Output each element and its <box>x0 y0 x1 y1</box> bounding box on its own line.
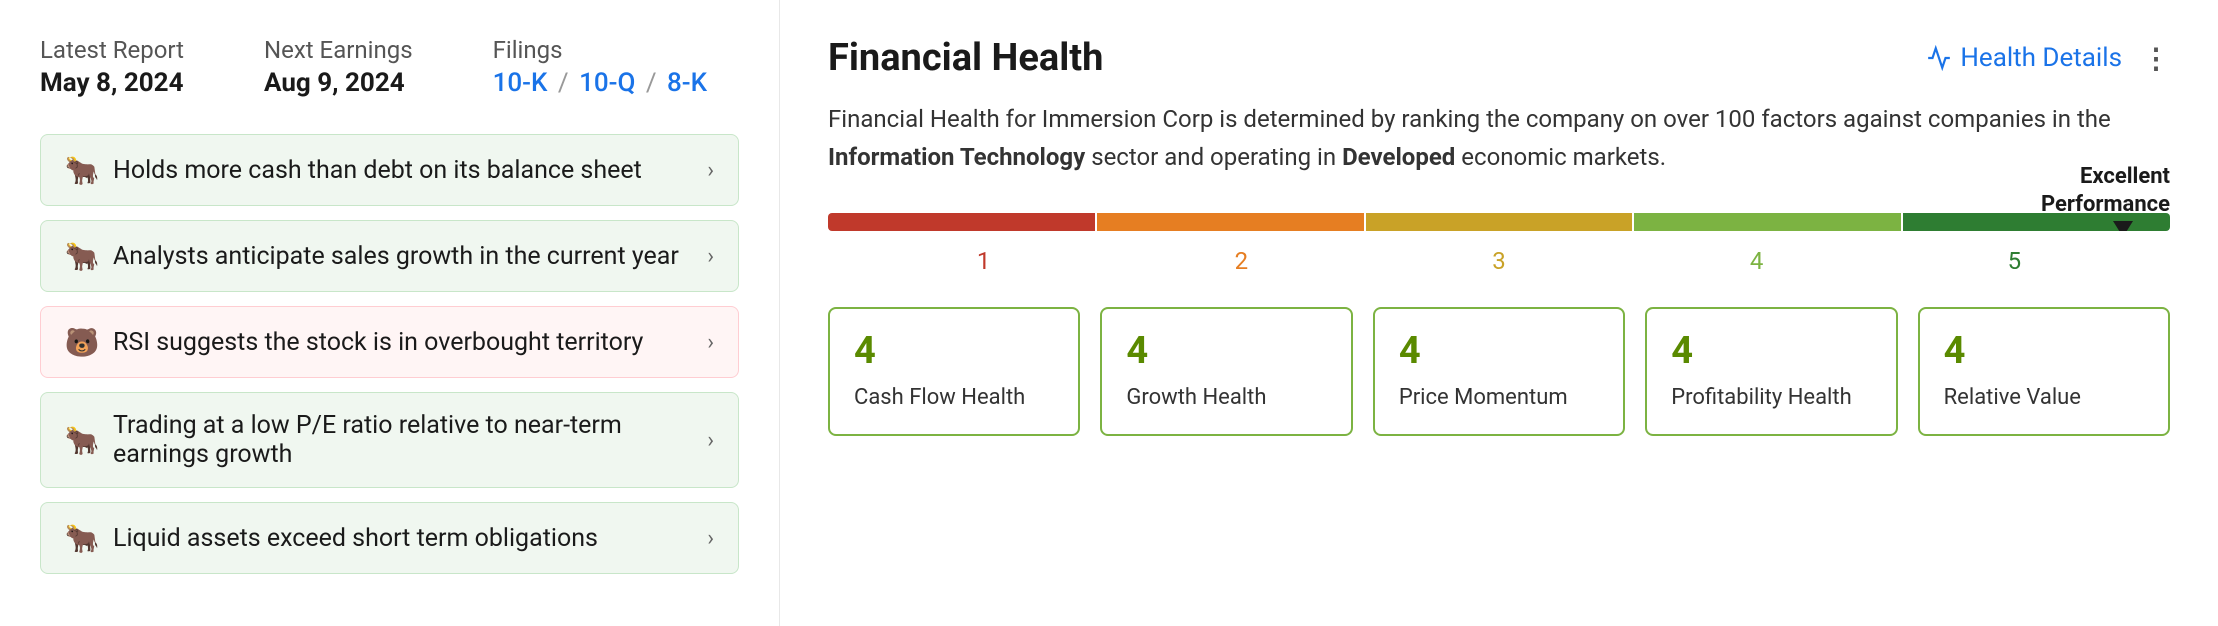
health-card[interactable]: 4 Profitability Health <box>1645 307 1897 436</box>
description-mid: sector and operating in <box>1085 143 1342 171</box>
filings: Filings 10-K / 10-Q / 8-K <box>493 36 707 98</box>
card-label: Price Momentum <box>1399 383 1599 414</box>
panel-title: Financial Health <box>828 36 1103 80</box>
health-details-label: Health Details <box>1960 43 2122 73</box>
signal-text: Holds more cash than debt on its balance… <box>113 156 642 185</box>
activity-icon <box>1926 45 1952 71</box>
description: Financial Health for Immersion Corp is d… <box>828 100 2170 177</box>
signal-list: 🐂 Holds more cash than debt on its balan… <box>40 134 739 574</box>
bull-icon: 🐂 <box>65 239 99 273</box>
next-earnings-label: Next Earnings <box>264 36 413 64</box>
next-earnings: Next Earnings Aug 9, 2024 <box>264 36 413 98</box>
scale-seg-3 <box>1366 213 1633 231</box>
card-score: 4 <box>1944 329 2144 373</box>
filings-links: 10-K / 10-Q / 8-K <box>493 68 707 98</box>
scale-number-4: 4 <box>1628 247 1886 275</box>
scale-number-3: 3 <box>1370 247 1628 275</box>
bull-icon: 🐂 <box>65 423 99 457</box>
description-bold2: Developed <box>1342 143 1455 171</box>
signal-item[interactable]: 🐂 Trading at a low P/E ratio relative to… <box>40 392 739 488</box>
right-panel: Financial Health Health Details ⋮ Financ… <box>780 0 2218 626</box>
signal-text: RSI suggests the stock is in overbought … <box>113 328 643 357</box>
signal-item[interactable]: 🐂 Holds more cash than debt on its balan… <box>40 134 739 206</box>
signal-item[interactable]: 🐻 RSI suggests the stock is in overbough… <box>40 306 739 378</box>
card-label: Relative Value <box>1944 383 2144 414</box>
signal-item[interactable]: 🐂 Analysts anticipate sales growth in th… <box>40 220 739 292</box>
card-label: Growth Health <box>1126 383 1326 414</box>
chevron-right-icon: › <box>707 526 714 551</box>
bull-icon: 🐂 <box>65 153 99 187</box>
chevron-right-icon: › <box>707 330 714 355</box>
health-card[interactable]: 4 Price Momentum <box>1373 307 1625 436</box>
bull-icon: 🐂 <box>65 521 99 555</box>
10q-link[interactable]: 10-Q <box>579 68 635 98</box>
latest-report: Latest Report May 8, 2024 <box>40 36 184 98</box>
excellent-label: ExcellentPerformance <box>2041 163 2170 220</box>
scale-number-1: 1 <box>855 247 1113 275</box>
card-score: 4 <box>1671 329 1871 373</box>
signal-left: 🐻 RSI suggests the stock is in overbough… <box>65 325 643 359</box>
panel-header: Financial Health Health Details ⋮ <box>828 36 2170 80</box>
scale-marker <box>2113 221 2133 231</box>
scale-seg-4 <box>1634 213 1901 231</box>
left-panel: Latest Report May 8, 2024 Next Earnings … <box>0 0 780 626</box>
card-score: 4 <box>854 329 1054 373</box>
scale-seg-1 <box>828 213 1095 231</box>
health-card[interactable]: 4 Relative Value <box>1918 307 2170 436</box>
signal-item[interactable]: 🐂 Liquid assets exceed short term obliga… <box>40 502 739 574</box>
10k-link[interactable]: 10-K <box>493 68 548 98</box>
filings-label: Filings <box>493 36 707 64</box>
sep1: / <box>551 68 575 98</box>
8k-link[interactable]: 8-K <box>667 68 707 98</box>
bear-icon: 🐻 <box>65 325 99 359</box>
scale-container: ExcellentPerformance <box>828 213 2170 231</box>
description-plain: Financial Health for Immersion Corp is d… <box>828 105 2111 133</box>
card-score: 4 <box>1399 329 1599 373</box>
chevron-right-icon: › <box>707 158 714 183</box>
signal-left: 🐂 Holds more cash than debt on its balan… <box>65 153 642 187</box>
chevron-right-icon: › <box>707 428 714 453</box>
sep2: / <box>639 68 663 98</box>
health-details-link[interactable]: Health Details <box>1926 43 2122 73</box>
health-cards: 4 Cash Flow Health 4 Growth Health 4 Pri… <box>828 307 2170 436</box>
scale-numbers: 1 2 3 4 5 <box>828 247 2170 275</box>
description-end: economic markets. <box>1455 143 1666 171</box>
report-row: Latest Report May 8, 2024 Next Earnings … <box>40 36 739 98</box>
health-card[interactable]: 4 Cash Flow Health <box>828 307 1080 436</box>
description-bold1: Information Technology <box>828 143 1085 171</box>
signal-text: Liquid assets exceed short term obligati… <box>113 524 598 553</box>
card-label: Cash Flow Health <box>854 383 1054 414</box>
latest-report-value: May 8, 2024 <box>40 68 184 98</box>
signal-left: 🐂 Liquid assets exceed short term obliga… <box>65 521 598 555</box>
signal-text: Trading at a low P/E ratio relative to n… <box>113 411 707 469</box>
next-earnings-value: Aug 9, 2024 <box>264 68 413 98</box>
signal-left: 🐂 Analysts anticipate sales growth in th… <box>65 239 679 273</box>
latest-report-label: Latest Report <box>40 36 184 64</box>
card-score: 4 <box>1126 329 1326 373</box>
more-menu-icon[interactable]: ⋮ <box>2142 42 2170 75</box>
signal-text: Analysts anticipate sales growth in the … <box>113 242 679 271</box>
card-label: Profitability Health <box>1671 383 1871 414</box>
scale-number-5: 5 <box>1886 247 2144 275</box>
header-actions: Health Details ⋮ <box>1926 42 2170 75</box>
scale-bar <box>828 213 2170 231</box>
health-card[interactable]: 4 Growth Health <box>1100 307 1352 436</box>
scale-number-2: 2 <box>1113 247 1371 275</box>
chevron-right-icon: › <box>707 244 714 269</box>
signal-left: 🐂 Trading at a low P/E ratio relative to… <box>65 411 707 469</box>
scale-seg-2 <box>1097 213 1364 231</box>
